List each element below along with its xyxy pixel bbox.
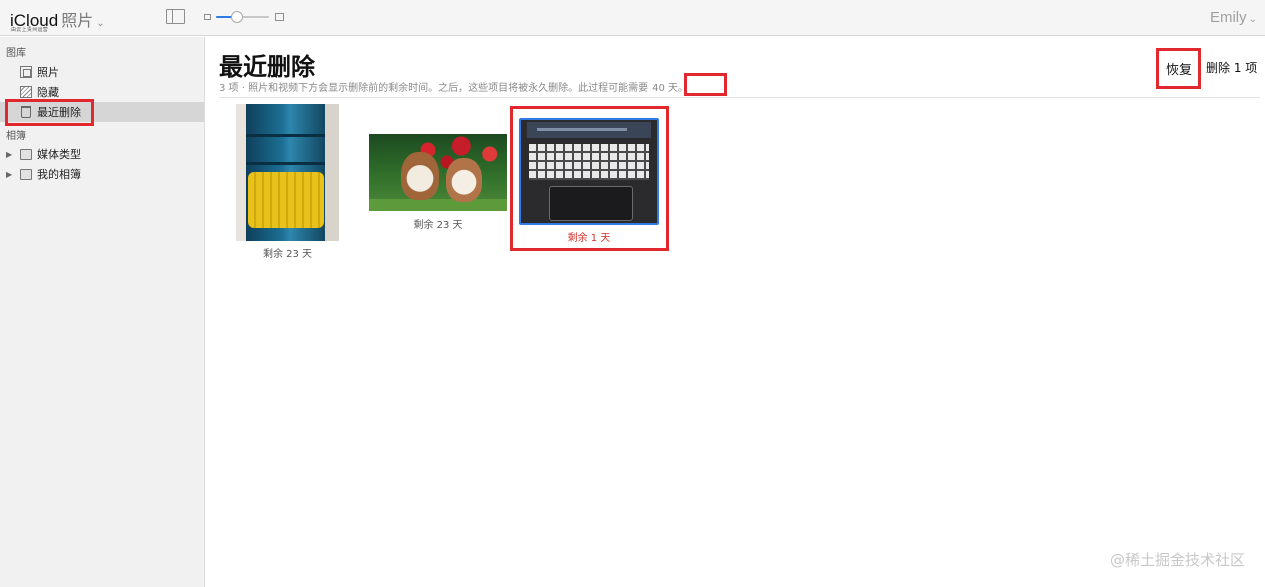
sidebar-item-label: 媒体类型	[37, 148, 81, 161]
sidebar-item-hidden[interactable]: 隐藏	[0, 82, 204, 102]
trackpad-image	[549, 186, 633, 221]
photo-thumbnail-laptop-selected[interactable]	[519, 118, 659, 225]
photo-caption-expiring: 剩余 1 天	[567, 233, 611, 244]
chevron-down-icon: ⌄	[1248, 14, 1257, 25]
divider	[219, 97, 1260, 98]
retention-days: 40 天。	[652, 83, 688, 94]
laptop-screen-image	[527, 122, 651, 138]
disclosure-triangle-icon[interactable]: ▶	[6, 150, 15, 159]
app-name: 照片	[61, 11, 94, 30]
top-toolbar: iCloud 照片 ⌄ 由云上贵州运营 Emily ⌄	[0, 0, 1265, 36]
puppy-image	[401, 152, 439, 200]
photo-background	[325, 104, 339, 241]
sidebar-item-recently-deleted[interactable]: 最近删除	[0, 102, 204, 122]
library-header: 图库	[6, 48, 26, 59]
grass-image	[369, 199, 507, 211]
page-title: 最近删除	[219, 53, 315, 81]
photo-thumbnail-bottle[interactable]	[236, 104, 339, 241]
keyboard-image	[529, 144, 649, 180]
highlight-retention-days	[684, 73, 727, 96]
trash-icon	[21, 106, 31, 118]
watermark: @稀土掘金技术社区	[1109, 551, 1245, 569]
sidebar-item-label: 隐藏	[37, 86, 59, 99]
page-subtitle: 3 项 · 照片和视频下方会显示删除前的剩余时间。之后，这些项目将被永久删除。此…	[219, 79, 688, 94]
sidebar-item-my-albums[interactable]: ▶ 我的相簿	[0, 164, 204, 184]
sidebar: 图库 照片 隐藏 最近删除 相簿 ▶ 媒体类型 ▶ 我的相簿	[0, 37, 205, 587]
recover-button[interactable]: 恢复	[1166, 59, 1192, 78]
disclosure-triangle-icon[interactable]: ▶	[6, 170, 15, 179]
bottle-sleeve	[248, 172, 324, 228]
sidebar-item-photos[interactable]: 照片	[0, 62, 204, 82]
zoom-out-icon[interactable]	[204, 14, 211, 20]
zoom-slider[interactable]	[216, 11, 269, 23]
user-name: Emily	[1209, 9, 1247, 26]
sidebar-item-media-types[interactable]: ▶ 媒体类型	[0, 144, 204, 164]
sidebar-item-label: 照片	[37, 66, 59, 79]
provider-note: 由云上贵州运营	[11, 27, 49, 33]
sidebar-item-label: 我的相簿	[37, 168, 81, 181]
delete-button[interactable]: 删除 1 项	[1206, 59, 1257, 76]
photo-caption: 剩余 23 天	[262, 249, 313, 260]
photos-icon	[20, 66, 32, 78]
sidebar-toggle-icon[interactable]	[166, 9, 185, 24]
chevron-down-icon: ⌄	[96, 18, 105, 29]
photo-thumbnail-puppies[interactable]	[369, 134, 507, 211]
photo-caption: 剩余 23 天	[413, 220, 463, 231]
hidden-icon	[20, 86, 32, 98]
folder-icon	[20, 148, 32, 160]
subtitle-text: 3 项 · 照片和视频下方会显示删除前的剩余时间。之后，这些项目将被永久删除。此…	[219, 83, 649, 94]
folder-icon	[20, 168, 32, 180]
zoom-slider-thumb[interactable]	[231, 11, 244, 23]
puppy-image	[446, 158, 482, 202]
bottle-ring	[246, 134, 326, 137]
zoom-in-icon[interactable]	[275, 13, 284, 21]
user-menu[interactable]: Emily ⌄	[1210, 9, 1257, 26]
bottle-ring	[246, 162, 326, 165]
sidebar-item-label: 最近删除	[37, 106, 81, 119]
albums-header: 相簿	[6, 131, 26, 142]
